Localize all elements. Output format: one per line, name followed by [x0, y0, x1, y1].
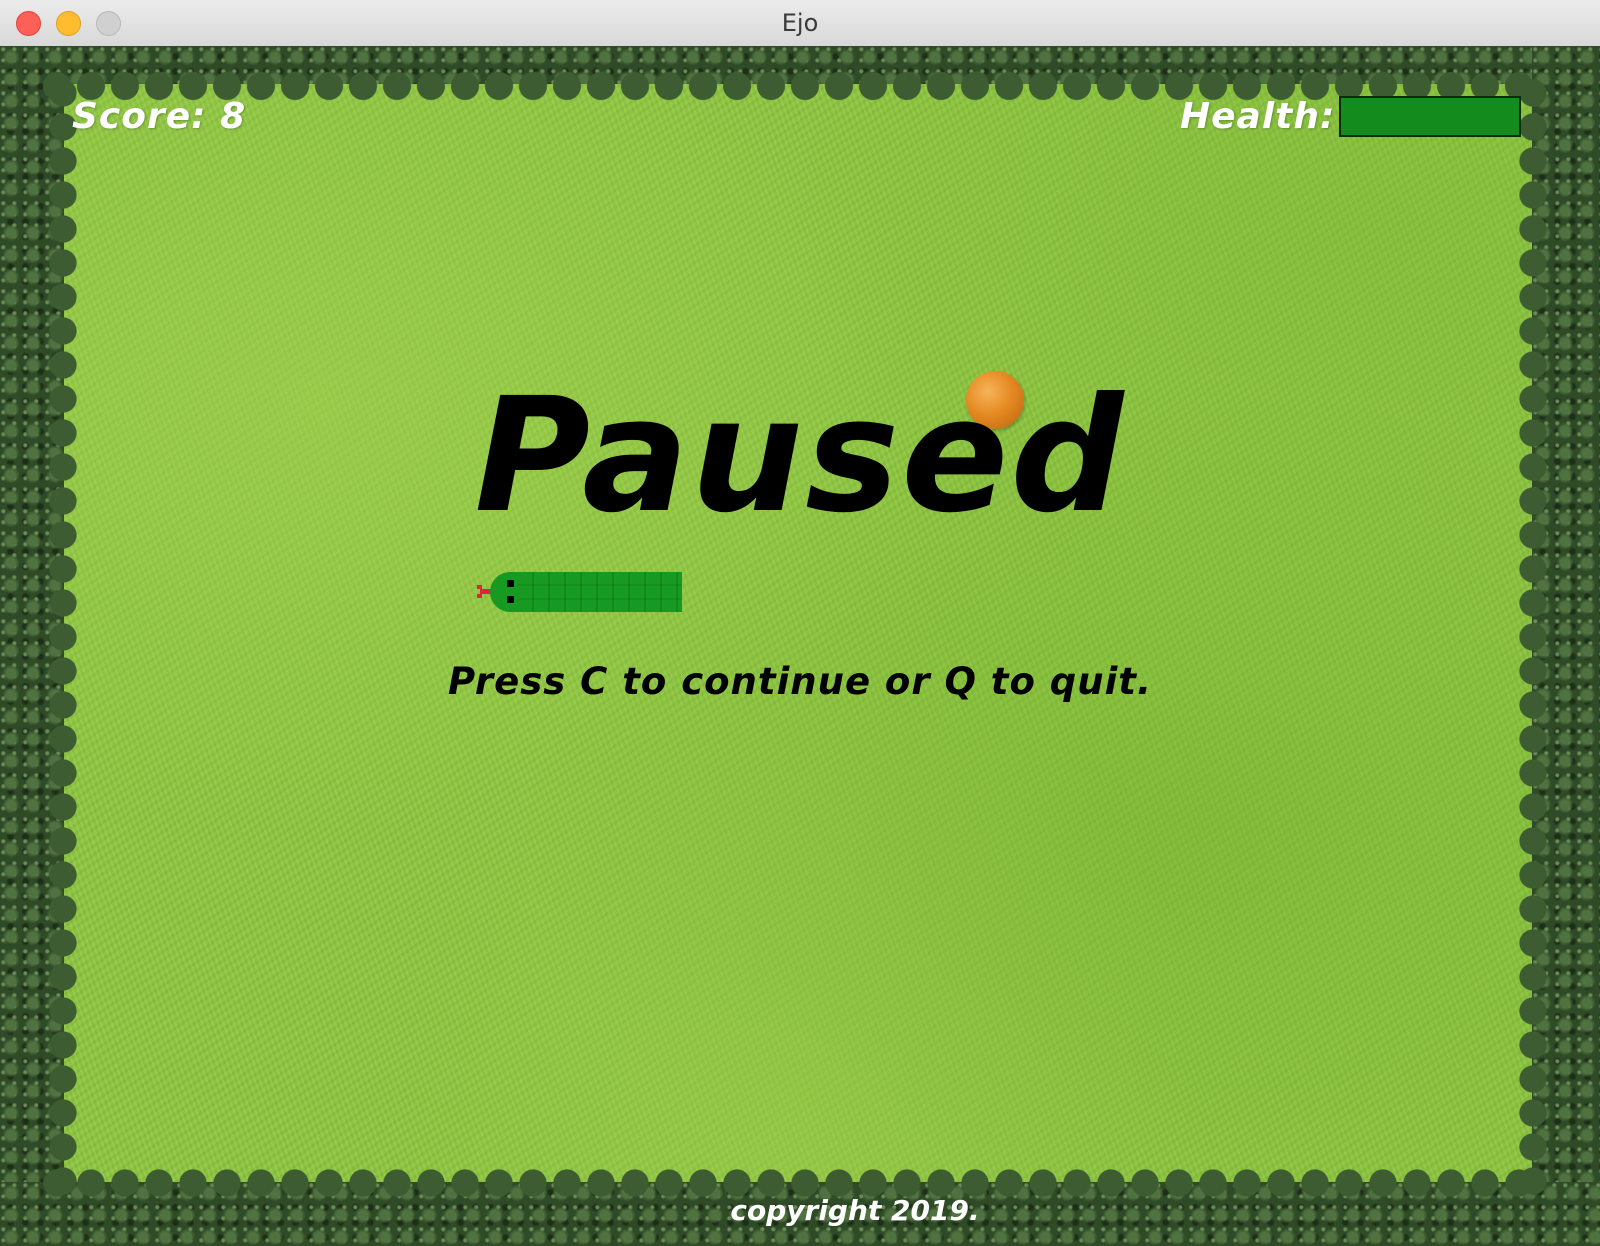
- window-title: Ejo: [781, 9, 819, 37]
- snake-body: [518, 572, 682, 612]
- hedge-edge-right: [1518, 76, 1548, 1196]
- game-canvas[interactable]: Score: 8 Health: Paused Press C to conti…: [0, 46, 1600, 1246]
- app-window: Ejo Score: 8 Health: Paused Press C to c…: [0, 0, 1600, 1246]
- score-display: Score: 8: [72, 96, 247, 137]
- snake-eye: [507, 580, 514, 587]
- copyright-text: copyright 2019.: [730, 1194, 980, 1227]
- snake-icon: [477, 572, 682, 612]
- grass-background: [0, 46, 1600, 1246]
- snake-eye: [507, 596, 514, 603]
- paused-title: Paused: [474, 364, 1126, 548]
- title-bar: Ejo: [0, 0, 1600, 47]
- health-bar: [1339, 96, 1521, 137]
- health-label: Health:: [1180, 96, 1336, 137]
- hedge-edge-left: [48, 76, 78, 1196]
- health-bar-fill: [1341, 98, 1519, 135]
- pause-instructions: Press C to continue or Q to quit.: [447, 660, 1153, 703]
